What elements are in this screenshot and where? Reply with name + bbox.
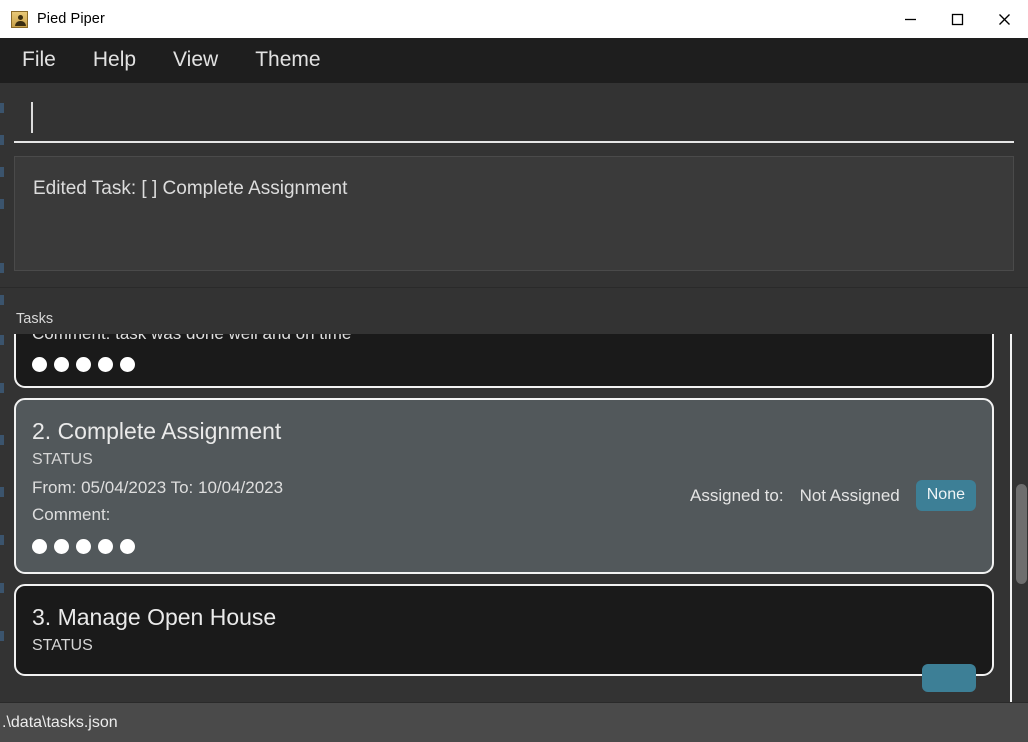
task-dot[interactable] (76, 538, 91, 554)
maximize-button[interactable] (934, 0, 981, 38)
task-status: STATUS (32, 451, 93, 469)
task-title: 2. Complete Assignment (32, 418, 282, 445)
title-bar-left: Pied Piper (0, 10, 105, 28)
tasks-scrollbar-thumb[interactable] (1016, 483, 1027, 584)
menu-item-view[interactable]: View (173, 46, 235, 76)
task-dot[interactable] (98, 538, 113, 554)
app-user-icon (11, 10, 28, 28)
menu-item-theme[interactable]: Theme (255, 46, 337, 76)
assigned-to-label: Assigned to: (690, 485, 784, 505)
table-row[interactable]: 2. Complete Assignment STATUS From: 05/0… (14, 398, 994, 575)
edited-task-panel: Edited Task: [ ] Complete Assignment (14, 156, 1014, 271)
application-window: Pied Piper File Help View Theme Edited T… (0, 0, 1028, 742)
status-file-path: .\data\tasks.json (2, 713, 118, 731)
task-dot[interactable] (120, 538, 135, 554)
window-title: Pied Piper (37, 10, 105, 27)
task-input[interactable] (14, 93, 1014, 139)
minimize-icon (904, 13, 917, 26)
task-dot[interactable] (76, 357, 91, 373)
left-edge-marks (0, 83, 4, 702)
text-caret (31, 102, 33, 133)
task-dot[interactable] (54, 357, 69, 373)
card-action-button-partial[interactable] (922, 663, 976, 692)
title-bar: Pied Piper (0, 0, 1028, 38)
table-row[interactable]: Comment: task was done well and on time (14, 333, 994, 389)
tasks-list: Comment: task was done well and on time … (14, 333, 994, 692)
task-dot[interactable] (32, 357, 47, 373)
maximize-icon (951, 13, 964, 26)
tasks-list-viewport: Comment: task was done well and on time … (14, 333, 1028, 702)
tasks-scrollbar[interactable] (1010, 333, 1028, 702)
close-icon (998, 13, 1011, 26)
edited-task-text: Edited Task: [ ] Complete Assignment (33, 178, 348, 199)
task-dot[interactable] (32, 538, 47, 554)
close-button[interactable] (981, 0, 1028, 38)
task-input-container (14, 93, 1014, 143)
task-status: STATUS (32, 637, 93, 655)
task-assignment: Assigned to: Not Assigned None (690, 480, 976, 512)
main-content: Edited Task: [ ] Complete Assignment Tas… (0, 83, 1028, 702)
tasks-section-label: Tasks (16, 311, 54, 327)
task-title: 3. Manage Open House (32, 604, 277, 631)
window-controls (887, 0, 1028, 38)
assign-none-button[interactable]: None (915, 480, 976, 512)
task-dots (32, 357, 972, 373)
table-row[interactable]: 3. Manage Open House STATUS (14, 584, 994, 692)
menu-bar: File Help View Theme (0, 38, 1028, 83)
assigned-to-value: Not Assigned (799, 485, 900, 505)
task-dot[interactable] (98, 357, 113, 373)
status-bar: .\data\tasks.json (0, 702, 1028, 742)
menu-item-file[interactable]: File (22, 46, 73, 76)
task-dot[interactable] (120, 357, 135, 373)
menu-item-help[interactable]: Help (93, 46, 153, 76)
task-comment: Comment: task was done well and on time (32, 334, 972, 348)
task-dots (32, 538, 972, 554)
minimize-button[interactable] (887, 0, 934, 38)
task-dot[interactable] (54, 538, 69, 554)
